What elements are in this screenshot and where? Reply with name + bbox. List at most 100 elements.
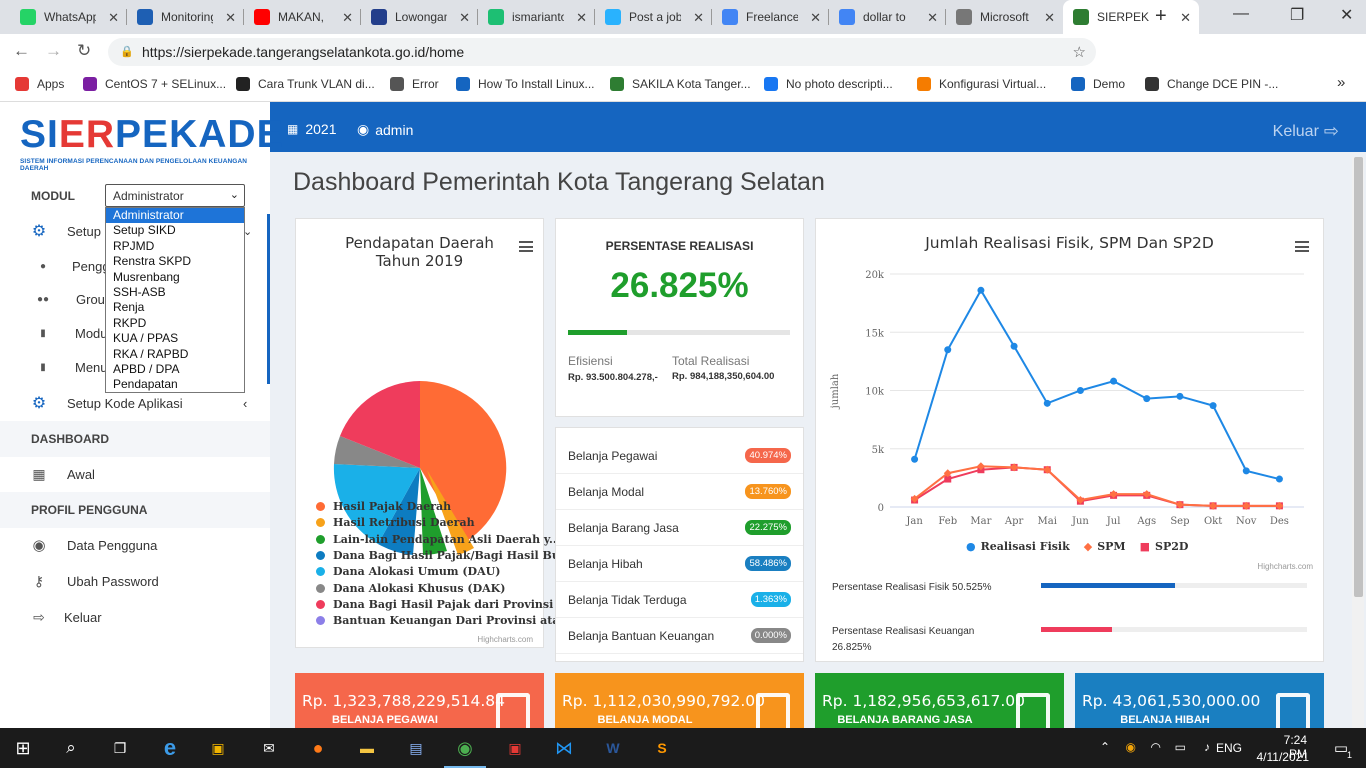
bookmark-item[interactable]: Konfigurasi Virtual...: [917, 77, 1046, 91]
modul-option[interactable]: SSH-ASB: [106, 285, 244, 300]
data-point[interactable]: [1275, 475, 1283, 483]
url-field[interactable]: 🔒 https://sierpekade.tangerangselatankot…: [108, 38, 1096, 66]
sidebar-item-awal[interactable]: ▦ Awal: [0, 463, 270, 485]
minimize-button[interactable]: —: [1233, 5, 1249, 23]
reload-icon[interactable]: ↻: [77, 41, 91, 61]
sidebar-item-setup-kode[interactable]: ⚙ Setup Kode Aplikasi ‹: [0, 392, 270, 414]
pie-legend-item[interactable]: Bantuan Keuangan Dari Provinsi ata...: [316, 614, 571, 627]
pie-legend-item[interactable]: Lain-lain Pendapatan Asli Daerah y...: [316, 533, 561, 546]
close-tab-icon[interactable]: ✕: [108, 10, 119, 26]
close-tab-icon[interactable]: ✕: [1044, 10, 1055, 26]
browser-tab[interactable]: Lowongan ✕: [361, 0, 478, 34]
highcharts-credit[interactable]: Highcharts.com: [1257, 562, 1313, 571]
notification-icon[interactable]: ▭: [1334, 739, 1348, 757]
data-point[interactable]: [1010, 342, 1018, 350]
logout-button[interactable]: Keluar ⇨: [1273, 121, 1339, 142]
word-icon[interactable]: W: [600, 736, 626, 760]
series-line-sp2d[interactable]: [914, 466, 1280, 507]
close-tab-icon[interactable]: ✕: [225, 10, 236, 26]
modul-option[interactable]: Administrator: [106, 208, 244, 224]
close-tab-icon[interactable]: ✕: [459, 10, 470, 26]
browser-tab[interactable]: ismarianto ✕: [478, 0, 595, 34]
data-point[interactable]: [1143, 395, 1151, 403]
firefox-icon[interactable]: ●: [305, 736, 331, 760]
close-tab-icon[interactable]: ✕: [342, 10, 353, 26]
mail-icon[interactable]: ✉: [256, 736, 282, 760]
close-tab-icon[interactable]: ✕: [693, 10, 704, 26]
bookmark-item[interactable]: Demo: [1071, 77, 1125, 91]
user-menu[interactable]: ◉ admin: [357, 121, 413, 138]
browser-tab[interactable]: Freelance ✕: [712, 0, 829, 34]
modul-select[interactable]: Administrator ⌄: [105, 184, 245, 207]
modul-option[interactable]: RKA / RAPBD: [106, 347, 244, 362]
stat-box[interactable]: Rp. 1,323,788,229,514.84 BELANJA PEGAWAI: [295, 673, 544, 728]
modul-option[interactable]: Renja: [106, 300, 244, 315]
modul-option[interactable]: APBD / DPA: [106, 362, 244, 377]
bookmark-item[interactable]: Apps: [15, 77, 64, 91]
file-explorer-icon[interactable]: ▬: [354, 736, 380, 760]
browser-tab[interactable]: Monitoring ✕: [127, 0, 244, 34]
recorder-icon[interactable]: ▣: [502, 736, 528, 760]
bookmark-item[interactable]: No photo descripti...: [764, 77, 893, 91]
close-tab-icon[interactable]: ✕: [927, 10, 938, 26]
pie-legend-item[interactable]: Dana Bagi Hasil Pajak/Bagi Hasil Bu...: [316, 549, 571, 562]
pie-legend-item[interactable]: Hasil Retribusi Daerah: [316, 516, 475, 529]
lock-icon[interactable]: 🔒: [120, 45, 134, 58]
store-icon[interactable]: ▣: [205, 736, 231, 760]
series-line-realisasi-fisik[interactable]: [913, 288, 1280, 481]
legend-fisik[interactable]: Realisasi Fisik: [981, 540, 1070, 553]
stat-box[interactable]: Rp. 1,112,030,990,792.00 BELANJA MODAL: [555, 673, 804, 728]
network-app-icon[interactable]: ▤: [403, 736, 429, 760]
browser-tab[interactable]: WhatsApp ✕: [10, 0, 127, 34]
more-bookmarks-button[interactable]: »: [1337, 74, 1345, 91]
bookmark-item[interactable]: CentOS 7 + SELinux...: [83, 77, 226, 91]
battery-icon[interactable]: ▭: [1175, 740, 1186, 754]
data-point[interactable]: [977, 286, 985, 294]
vscode-icon[interactable]: ⋈: [551, 736, 577, 760]
bookmark-item[interactable]: Cara Trunk VLAN di...: [236, 77, 375, 91]
data-point[interactable]: [1242, 467, 1250, 475]
task-view-icon[interactable]: ❐: [107, 736, 133, 760]
bookmark-item[interactable]: Error: [390, 77, 439, 91]
back-icon[interactable]: ←: [13, 41, 30, 61]
data-point[interactable]: [944, 346, 952, 354]
bookmark-item[interactable]: Change DCE PIN -...: [1145, 77, 1278, 91]
sidebar-item-keluar[interactable]: ⇨ Keluar: [0, 606, 270, 628]
search-icon[interactable]: ⌕: [58, 736, 84, 760]
browser-tab[interactable]: MAKAN, ✕: [244, 0, 361, 34]
windows-start-icon[interactable]: ⊞: [10, 736, 36, 760]
volume-icon[interactable]: ♪: [1204, 740, 1210, 754]
data-point[interactable]: [1110, 377, 1118, 385]
browser-tab[interactable]: Microsoft ✕: [946, 0, 1063, 34]
legend-sp2d[interactable]: SP2D: [1155, 540, 1188, 553]
modul-option[interactable]: Renstra SKPD: [106, 254, 244, 269]
tray-app-icon[interactable]: ◉: [1126, 740, 1136, 754]
bookmark-star-icon[interactable]: ☆: [1073, 43, 1086, 61]
pie-legend-item[interactable]: Dana Alokasi Khusus (DAK): [316, 582, 505, 595]
legend-spm[interactable]: SPM: [1097, 540, 1125, 553]
forward-icon[interactable]: →: [45, 41, 62, 61]
pie-legend-item[interactable]: Dana Bagi Hasil Pajak dari Provinsi ...: [316, 598, 569, 611]
modul-option[interactable]: Pendapatan: [106, 377, 244, 392]
modul-option[interactable]: KUA / PPAS: [106, 331, 244, 346]
close-tab-icon[interactable]: ✕: [576, 10, 587, 26]
data-point[interactable]: [1176, 392, 1184, 400]
bookmark-item[interactable]: How To Install Linux...: [456, 77, 595, 91]
modul-option[interactable]: Setup SIKD: [106, 223, 244, 238]
close-tab-icon[interactable]: ✕: [1180, 10, 1191, 26]
sublime-icon[interactable]: S: [649, 736, 675, 760]
chrome-icon[interactable]: ◉: [444, 736, 486, 768]
edge-icon[interactable]: e: [157, 735, 183, 760]
tray-chevron-up-icon[interactable]: ⌃: [1100, 740, 1110, 754]
language-indicator[interactable]: ENG: [1216, 741, 1242, 755]
browser-tab[interactable]: dollar to ✕: [829, 0, 946, 34]
maximize-button[interactable]: ❐: [1290, 5, 1304, 25]
clock-date[interactable]: 4/11/2021: [1257, 750, 1310, 764]
stat-box[interactable]: Rp. 43,061,530,000.00 BELANJA HIBAH: [1075, 673, 1324, 728]
modul-option[interactable]: RKPD: [106, 316, 244, 331]
stat-box[interactable]: Rp. 1,182,956,653,617.00 BELANJA BARANG J…: [815, 673, 1064, 728]
modul-option[interactable]: RPJMD: [106, 239, 244, 254]
bookmark-item[interactable]: SAKILA Kota Tanger...: [610, 77, 751, 91]
close-tab-icon[interactable]: ✕: [810, 10, 821, 26]
highcharts-credit[interactable]: Highcharts.com: [477, 635, 533, 644]
